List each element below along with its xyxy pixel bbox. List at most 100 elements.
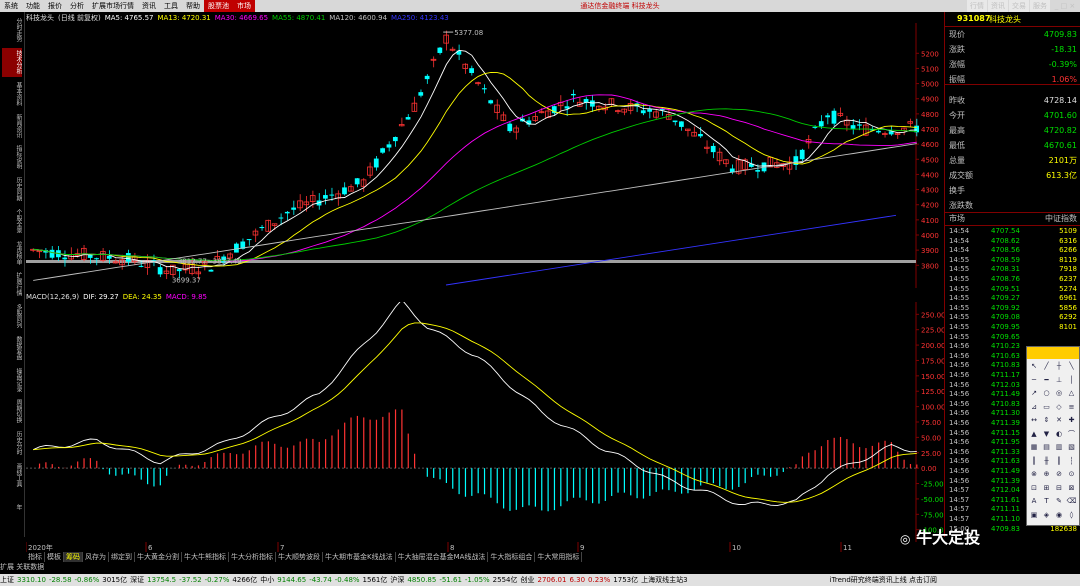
indicator-tab-7[interactable]: 牛大牛熊指标 <box>182 552 229 562</box>
palette-tool-icon[interactable]: ─ <box>1029 375 1039 385</box>
palette-tool-icon[interactable]: ◎ <box>1054 388 1064 398</box>
palette-tool-icon[interactable]: ○ <box>1042 388 1052 398</box>
palette-tool-icon[interactable]: ◈ <box>1042 510 1052 520</box>
palette-tool-icon[interactable]: ⊘ <box>1054 469 1064 479</box>
left-tool-2[interactable]: 技术分析 <box>2 47 22 77</box>
menu-help[interactable]: 帮助 <box>182 0 204 12</box>
tick-row[interactable]: 14:55 4709.95 8101 <box>945 322 1080 332</box>
palette-tool-icon[interactable]: ⊕ <box>1042 469 1052 479</box>
left-tool-12[interactable]: 操盘记录 <box>2 365 22 394</box>
menu-jiaoyi[interactable]: 交易 <box>1009 0 1029 12</box>
palette-tool-icon[interactable]: ┆ <box>1067 456 1077 466</box>
left-tool-11[interactable]: 数据复盘 <box>2 334 22 363</box>
minimize-icon[interactable]: _ <box>1055 2 1059 10</box>
tick-row[interactable]: 14:54 4708.56 6266 <box>945 245 1080 255</box>
menu-stock-pool[interactable]: 股票池 <box>204 0 233 12</box>
left-tool-14[interactable]: 历史分时 <box>2 429 22 458</box>
tick-row[interactable]: 14:54 4707.54 5109 <box>945 226 1080 236</box>
palette-tool-icon[interactable]: ⊡ <box>1029 483 1039 493</box>
left-tool-13[interactable]: 周期切换 <box>2 397 22 426</box>
palette-tool-icon[interactable]: ⊿ <box>1029 402 1039 412</box>
palette-tool-icon[interactable]: ⊠ <box>1067 483 1077 493</box>
drawing-tool-palette[interactable]: ↖ ╱ ┼ ╲ ─ ━ ⊥ │ ↗ ○ ◎ △ ⊿ ▭ ◇ ≡ ↔ ⇕ ✕ ✚ ▲ ▼ ◐ ⌒ ▦ ▤ ▥ ▧ ║ ╫ ┃ ┆ ⊗ ⊕ ⊘ ⊙ ⊡ ⊞ ⊟ ⊠… <box>1026 346 1080 526</box>
menu-market[interactable]: 市场 <box>233 0 255 12</box>
left-tool-1[interactable]: 分时走势 <box>2 16 22 45</box>
palette-tool-icon[interactable]: ╱ <box>1042 361 1052 371</box>
menu-function[interactable]: 功能 <box>22 0 44 12</box>
palette-tool-icon[interactable]: A <box>1029 496 1039 506</box>
palette-tool-icon[interactable]: ◊ <box>1067 510 1077 520</box>
palette-tool-icon[interactable]: ◉ <box>1054 510 1064 520</box>
tick-row[interactable]: 14:54 4708.62 6316 <box>945 236 1080 246</box>
palette-tool-icon[interactable]: ⊟ <box>1054 483 1064 493</box>
maximize-icon[interactable]: □ <box>1061 2 1068 10</box>
menu-news[interactable]: 资讯 <box>138 0 160 12</box>
tick-row[interactable]: 14:55 4709.92 5856 <box>945 303 1080 313</box>
palette-tool-icon[interactable]: ⊥ <box>1054 375 1064 385</box>
palette-tool-icon[interactable]: ✎ <box>1054 496 1064 506</box>
palette-tool-icon[interactable]: ╫ <box>1042 456 1052 466</box>
indicator-tab-4[interactable]: 风存为 <box>83 552 109 562</box>
palette-tool-icon[interactable]: ◇ <box>1054 402 1064 412</box>
menu-analysis[interactable]: 分析 <box>66 0 88 12</box>
menu-ext-market[interactable]: 扩展市场行情 <box>88 0 138 12</box>
palette-tool-icon[interactable]: ⌫ <box>1067 496 1077 506</box>
palette-tool-icon[interactable]: ║ <box>1029 456 1039 466</box>
palette-tool-icon[interactable]: ↗ <box>1029 388 1039 398</box>
indicator-tab-6[interactable]: 牛大黄金分割 <box>135 552 182 562</box>
menu-hangqing[interactable]: 行情 <box>967 0 987 12</box>
palette-tool-icon[interactable]: ≡ <box>1067 402 1077 412</box>
palette-tool-icon[interactable]: ▧ <box>1067 442 1077 452</box>
indicator-tab-3[interactable]: 筹码 <box>64 552 83 562</box>
palette-tool-icon[interactable]: ⌒ <box>1067 429 1077 439</box>
palette-tool-icon[interactable]: ✕ <box>1054 415 1064 425</box>
macd-chart[interactable]: 250.00 225.00 200.00 175.00 150.00 125.00 100.… <box>26 302 944 542</box>
tick-row[interactable]: 14:55 4708.76 6237 <box>945 274 1080 284</box>
left-tool-16[interactable]: 年 <box>2 492 22 521</box>
indicator-tab-10[interactable]: 牛大期市基金K线战法 <box>323 552 396 562</box>
tick-row[interactable]: 14:55 4709.65 <box>945 332 1080 342</box>
palette-tool-icon[interactable]: ⊗ <box>1029 469 1039 479</box>
palette-tool-icon[interactable]: │ <box>1067 375 1077 385</box>
palette-tool-icon[interactable]: ✚ <box>1067 415 1077 425</box>
palette-tool-icon[interactable]: ⊞ <box>1042 483 1052 493</box>
associated-data-toggle[interactable]: 关联数据 <box>16 563 44 571</box>
palette-tool-icon[interactable]: ⇕ <box>1042 415 1052 425</box>
palette-tool-icon[interactable]: ▦ <box>1029 442 1039 452</box>
palette-tool-icon[interactable]: ▣ <box>1029 510 1039 520</box>
left-tool-7[interactable]: 个股全景 <box>2 207 22 236</box>
menu-system[interactable]: 系统 <box>0 0 22 12</box>
palette-tool-icon[interactable]: ▲ <box>1029 429 1039 439</box>
palette-tool-icon[interactable]: ┼ <box>1054 361 1064 371</box>
palette-tool-icon[interactable]: T <box>1042 496 1052 506</box>
close-icon[interactable]: × <box>1069 2 1075 10</box>
left-tool-9[interactable]: 扩展行情 <box>2 270 22 299</box>
indicator-tab-9[interactable]: 牛大顺势波段 <box>276 552 323 562</box>
left-tool-4[interactable]: 新闻资讯 <box>2 111 22 140</box>
tick-row[interactable]: 14:55 4709.08 6292 <box>945 312 1080 322</box>
left-tool-5[interactable]: 指标说明 <box>2 143 22 172</box>
menu-zixun[interactable]: 资讯 <box>988 0 1008 12</box>
palette-tool-icon[interactable]: ┃ <box>1054 456 1064 466</box>
palette-tool-icon[interactable]: ↖ <box>1029 361 1039 371</box>
left-tool-6[interactable]: 历史同期 <box>2 175 22 204</box>
palette-tool-icon[interactable]: ◐ <box>1054 429 1064 439</box>
left-tool-10[interactable]: 多股同列 <box>2 302 22 331</box>
palette-tool-icon[interactable]: △ <box>1067 388 1077 398</box>
left-tool-15[interactable]: 画线工具 <box>2 461 22 490</box>
tick-row[interactable]: 14:55 4708.59 8119 <box>945 255 1080 265</box>
menu-fuwu[interactable]: 服务 <box>1030 0 1050 12</box>
indicator-tab-13[interactable]: 牛大常用指标 <box>535 552 583 562</box>
expand-toggle[interactable]: 扩展 <box>0 563 14 571</box>
palette-tool-icon[interactable]: ⊙ <box>1067 469 1077 479</box>
indicator-tab-8[interactable]: 牛大分析指标 <box>229 552 276 562</box>
palette-tool-icon[interactable]: ▼ <box>1042 429 1052 439</box>
left-tool-8[interactable]: 龙虎榜单 <box>2 238 22 267</box>
candlestick-chart[interactable]: 5200 5100 5000 4900 4800 4700 4600 4500 4400 4300… <box>26 23 944 288</box>
left-tool-3[interactable]: 基本资料 <box>2 80 22 109</box>
indicator-tab-11[interactable]: 牛大抽屉混合基金MA线战法 <box>396 552 489 562</box>
palette-tool-icon[interactable]: ▥ <box>1054 442 1064 452</box>
status-right-link[interactable]: iTrend研究终端资讯上线 点击订阅 <box>829 574 937 586</box>
palette-header[interactable] <box>1027 347 1079 359</box>
palette-tool-icon[interactable]: ▤ <box>1042 442 1052 452</box>
